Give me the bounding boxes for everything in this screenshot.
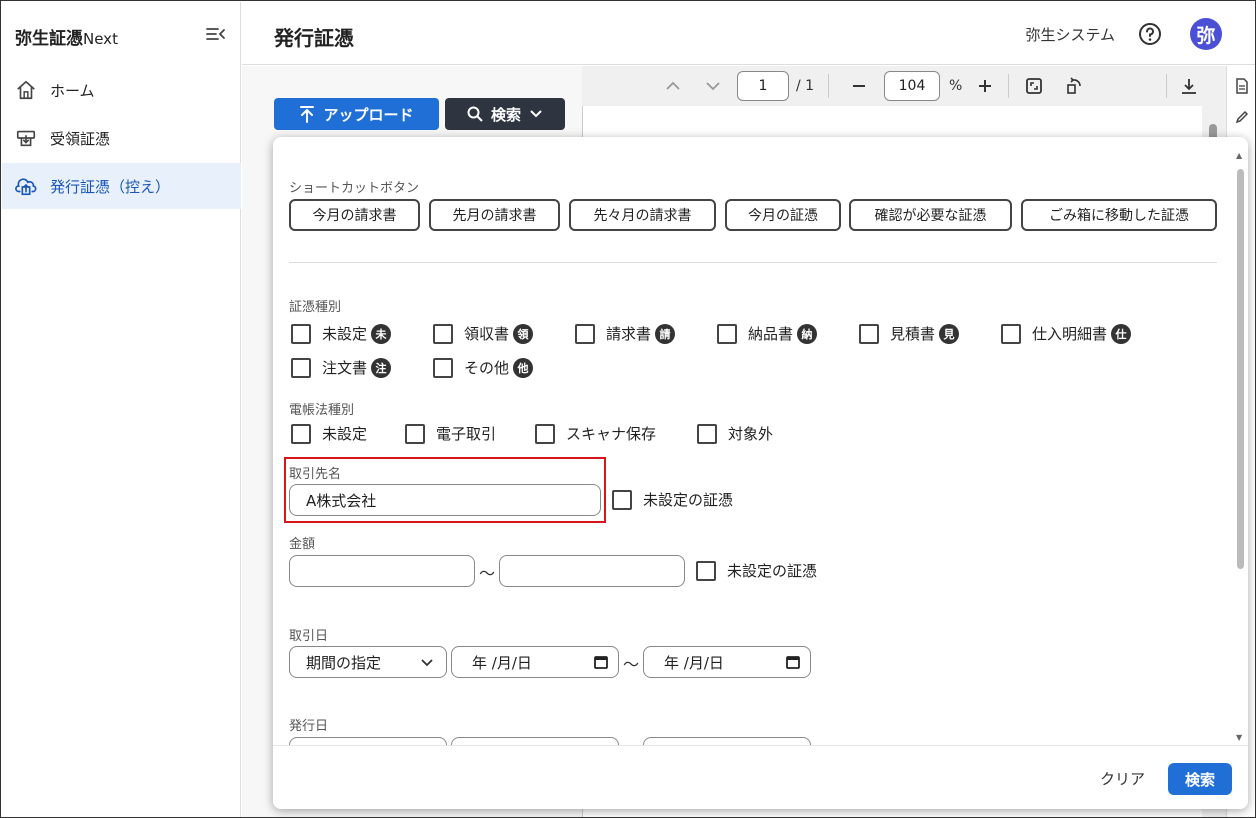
- doc-type-section-label: 証憑種別: [289, 300, 342, 315]
- next-page-icon[interactable]: [702, 75, 724, 97]
- calendar-icon[interactable]: [594, 655, 608, 669]
- total-pages: / 1: [796, 78, 815, 94]
- zoom-out-icon[interactable]: [848, 75, 870, 97]
- zoom-unit: %: [949, 78, 963, 94]
- amount-min-input[interactable]: [289, 555, 475, 587]
- page-number-input[interactable]: 1: [737, 71, 789, 101]
- ledger-checkbox-excluded[interactable]: 対象外: [697, 423, 773, 444]
- sidebar-item-issued[interactable]: 発行証憑（控え）: [2, 163, 241, 209]
- collapse-sidebar-icon[interactable]: [205, 24, 227, 44]
- amount-section-label: 金額: [289, 537, 316, 552]
- company-name[interactable]: 弥生システム: [1025, 24, 1115, 45]
- search-icon: [467, 106, 483, 122]
- ledger-type-section-label: 電帳法種別: [289, 403, 355, 418]
- doc-type-checkbox-receipt[interactable]: 領収書領: [433, 323, 534, 344]
- dialog-scrollbar[interactable]: ▲ ▼: [1234, 145, 1246, 745]
- amount-range-separator: ～: [479, 564, 496, 583]
- issue-date-to-input[interactable]: [643, 737, 811, 745]
- ledger-checkbox-electronic[interactable]: 電子取引: [405, 423, 496, 444]
- upload-icon: [300, 106, 315, 123]
- trade-date-to-input[interactable]: 年 /月/日: [643, 646, 811, 678]
- partner-name-input[interactable]: A株式会社: [289, 484, 601, 516]
- trade-date-from-input[interactable]: 年 /月/日: [451, 646, 619, 678]
- divider: [289, 262, 1217, 263]
- chevron-down-icon: [421, 659, 433, 667]
- header: 発行証憑 弥生システム 弥: [242, 2, 1255, 65]
- amount-max-input[interactable]: [499, 555, 685, 587]
- page-title: 発行証憑: [274, 26, 354, 50]
- chevron-down-icon: [530, 110, 542, 118]
- upload-cloud-icon: [15, 178, 37, 196]
- download-icon[interactable]: [1178, 75, 1200, 97]
- search-submit-button[interactable]: 検索: [1168, 763, 1232, 795]
- doc-type-checkbox-unset[interactable]: 未設定未: [291, 323, 392, 344]
- doc-type-checkbox-delivery[interactable]: 納品書納: [717, 323, 818, 344]
- doc-type-checkbox-purchase-statement[interactable]: 仕入明細書仕: [1001, 323, 1132, 344]
- shortcut-two-months-ago-invoices[interactable]: 先々月の請求書: [569, 199, 716, 231]
- issue-date-from-input[interactable]: [451, 737, 619, 745]
- doc-type-checkbox-quote[interactable]: 見積書見: [859, 323, 960, 344]
- doc-type-checkbox-order[interactable]: 注文書注: [291, 357, 392, 378]
- search-dialog-body: ショートカットボタン 今月の請求書 先月の請求書 先々月の請求書 今月の証憑 確…: [273, 137, 1233, 745]
- app-window: 弥生証憑Next ホーム 受領証憑 発行証憑（控え） 発行証憑 弥生システム 弥: [0, 0, 1256, 818]
- sidebar-item-label: ホーム: [50, 81, 95, 100]
- calendar-icon[interactable]: [786, 655, 800, 669]
- prev-page-icon[interactable]: [662, 75, 684, 97]
- sidebar-item-received[interactable]: 受領証憑: [2, 115, 241, 161]
- document-icon[interactable]: [1231, 75, 1253, 97]
- sidebar-item-label: 受領証憑: [50, 129, 111, 148]
- shortcut-needs-review[interactable]: 確認が必要な証憑: [849, 199, 1012, 231]
- ledger-checkbox-unset[interactable]: 未設定: [291, 423, 367, 444]
- brand-logo: 弥生証憑Next: [15, 29, 118, 49]
- sidebar-item-label: 発行証憑（控え）: [50, 177, 171, 196]
- fit-page-icon[interactable]: [1023, 75, 1045, 97]
- home-icon: [17, 80, 35, 100]
- search-dropdown-button[interactable]: 検索: [445, 98, 565, 130]
- sidebar: 弥生証憑Next ホーム 受領証憑 発行証憑（控え）: [2, 2, 241, 817]
- trade-date-section-label: 取引日: [289, 629, 329, 644]
- trade-date-range-separator: ～: [623, 655, 640, 674]
- dialog-footer: クリア 検索: [273, 745, 1248, 809]
- zoom-in-icon[interactable]: [974, 75, 996, 97]
- clear-button[interactable]: クリア: [1100, 768, 1145, 789]
- partner-unset-checkbox[interactable]: 未設定の証憑: [612, 489, 733, 510]
- sidebar-item-home[interactable]: ホーム: [2, 67, 241, 113]
- issue-date-section-label: 発行日: [289, 719, 329, 734]
- partner-section-label: 取引先名: [289, 467, 342, 482]
- help-icon[interactable]: [1138, 22, 1162, 46]
- shortcut-last-month-invoices[interactable]: 先月の請求書: [429, 199, 560, 231]
- pdf-toolbar: 1 / 1 104 %: [582, 66, 1226, 106]
- ledger-checkbox-scanner[interactable]: スキャナ保存: [535, 423, 656, 444]
- edit-icon[interactable]: [1231, 106, 1253, 128]
- doc-type-checkbox-other[interactable]: その他他: [433, 357, 534, 378]
- upload-button[interactable]: アップロード: [274, 98, 439, 130]
- divider: [828, 74, 829, 98]
- rotate-icon[interactable]: [1063, 75, 1085, 97]
- shortcut-this-month-documents[interactable]: 今月の証憑: [725, 199, 841, 231]
- shortcut-trash[interactable]: ごみ箱に移動した証憑: [1021, 199, 1217, 231]
- doc-type-checkbox-invoice[interactable]: 請求書請: [575, 323, 676, 344]
- trade-date-period-select[interactable]: 期間の指定: [289, 646, 447, 678]
- inbox-icon: [16, 130, 36, 147]
- issue-date-period-select[interactable]: [289, 737, 447, 745]
- amount-unset-checkbox[interactable]: 未設定の証憑: [696, 560, 817, 581]
- divider: [1008, 74, 1009, 98]
- zoom-input[interactable]: 104: [884, 71, 940, 101]
- shortcut-section-label: ショートカットボタン: [289, 181, 420, 196]
- avatar[interactable]: 弥: [1190, 18, 1222, 50]
- shortcut-this-month-invoices[interactable]: 今月の請求書: [289, 199, 420, 231]
- search-dialog: ショートカットボタン 今月の請求書 先月の請求書 先々月の請求書 今月の証憑 確…: [273, 137, 1248, 809]
- divider: [1166, 74, 1167, 98]
